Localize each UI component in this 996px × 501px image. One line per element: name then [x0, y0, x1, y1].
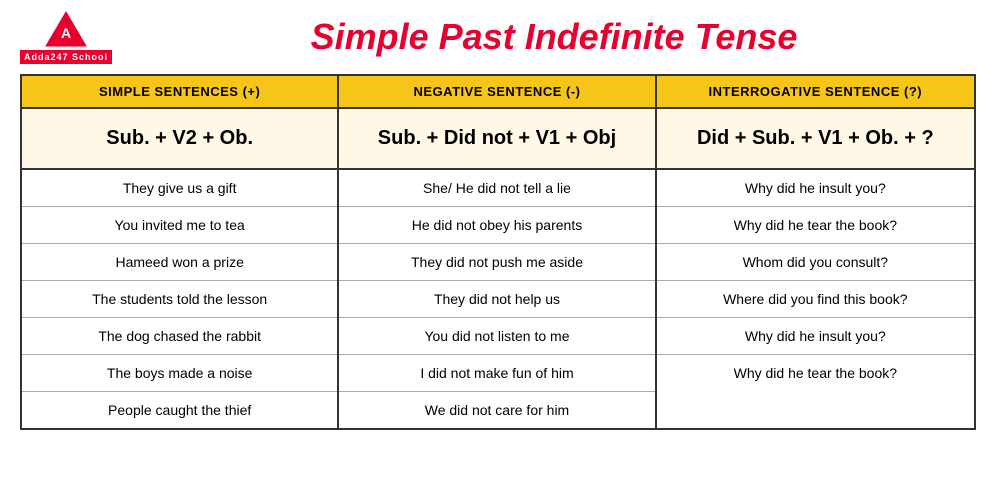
logo: A Adda247 School	[20, 10, 112, 64]
logo-school-label: Adda247 School	[20, 50, 112, 64]
column-headers: SIMPLE SENTENCES (+) NEGATIVE SENTENCE (…	[22, 76, 974, 109]
negative-sentences-col: She/ He did not tell a lieHe did not obe…	[339, 170, 656, 428]
table-row: We did not care for him	[339, 392, 654, 428]
table-row: Why did he tear the book?	[657, 207, 974, 244]
col-header-interrogative: INTERROGATIVE SENTENCE (?)	[657, 76, 974, 107]
table-row: They did not help us	[339, 281, 654, 318]
table-row: The dog chased the rabbit	[22, 318, 337, 355]
col-header-negative: NEGATIVE SENTENCE (-)	[339, 76, 656, 107]
table-row: He did not obey his parents	[339, 207, 654, 244]
formula-interrogative: Did + Sub. + V1 + Ob. + ?	[657, 109, 974, 168]
table-row: Where did you find this book?	[657, 281, 974, 318]
table-row: Hameed won a prize	[22, 244, 337, 281]
table-row: You invited me to tea	[22, 207, 337, 244]
simple-sentences-col: They give us a giftYou invited me to tea…	[22, 170, 339, 428]
table-row: People caught the thief	[22, 392, 337, 428]
table-row: Why did he tear the book?	[657, 355, 974, 391]
table-row: Whom did you consult?	[657, 244, 974, 281]
formula-row: Sub. + V2 + Ob. Sub. + Did not + V1 + Ob…	[22, 109, 974, 170]
svg-text:A: A	[61, 25, 71, 41]
table-row: The students told the lesson	[22, 281, 337, 318]
main-table: SIMPLE SENTENCES (+) NEGATIVE SENTENCE (…	[20, 74, 976, 430]
data-rows: They give us a giftYou invited me to tea…	[22, 170, 974, 428]
table-row: They did not push me aside	[339, 244, 654, 281]
table-row: Why did he insult you?	[657, 170, 974, 207]
formula-simple: Sub. + V2 + Ob.	[22, 109, 339, 168]
formula-negative: Sub. + Did not + V1 + Obj	[339, 109, 656, 168]
table-row: You did not listen to me	[339, 318, 654, 355]
col-header-simple: SIMPLE SENTENCES (+)	[22, 76, 339, 107]
table-row: She/ He did not tell a lie	[339, 170, 654, 207]
page-header: A Adda247 School Simple Past Indefinite …	[20, 10, 976, 64]
interrogative-sentences-col: Why did he insult you?Why did he tear th…	[657, 170, 974, 428]
table-row: The boys made a noise	[22, 355, 337, 392]
page-title: Simple Past Indefinite Tense	[132, 16, 976, 58]
table-row: I did not make fun of him	[339, 355, 654, 392]
logo-triangle-icon: A	[44, 10, 88, 48]
table-row: They give us a gift	[22, 170, 337, 207]
table-row: Why did he insult you?	[657, 318, 974, 355]
